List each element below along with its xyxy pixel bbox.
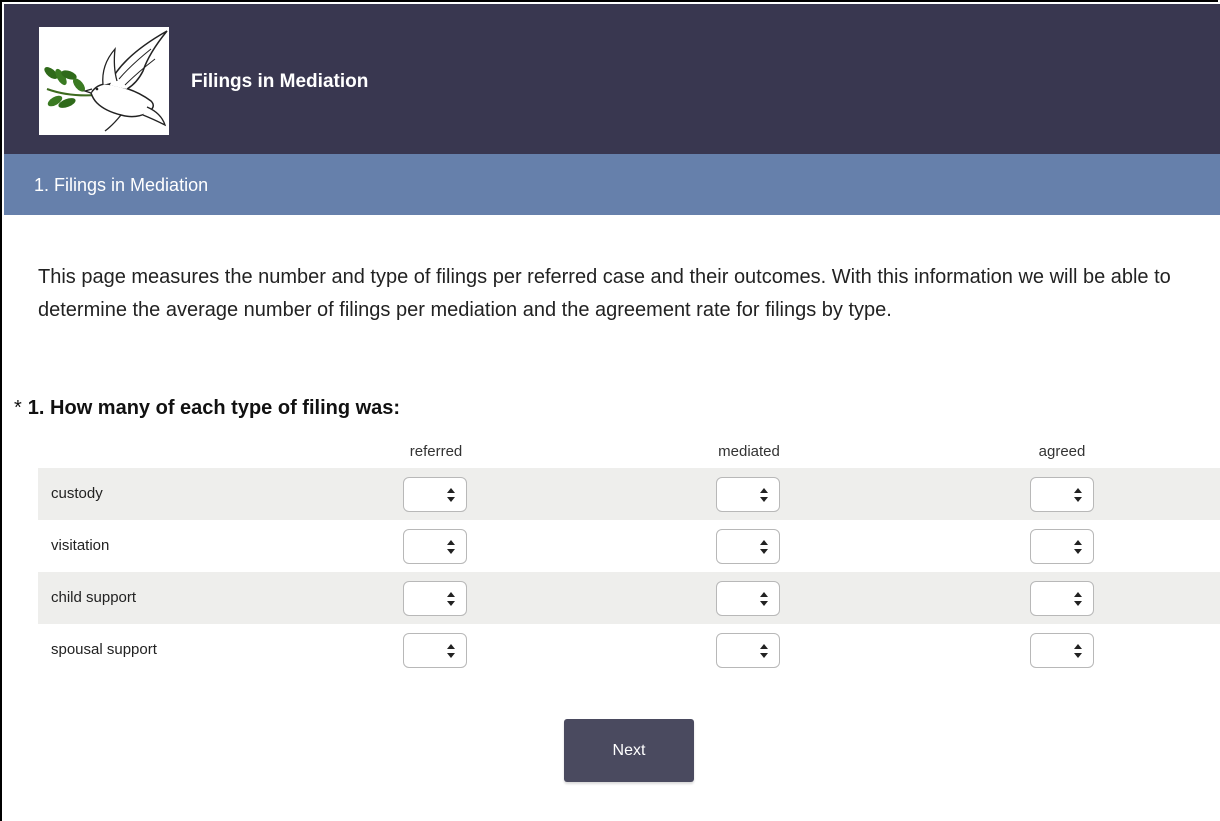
page-title: 1. Filings in Mediation <box>34 175 209 195</box>
question-title: * 1. How many of each type of filing was: <box>14 397 400 420</box>
survey-header: Filings in Mediation <box>4 4 1220 154</box>
matrix-row-visitation: visitation <box>38 520 1220 572</box>
custody-referred-select[interactable] <box>403 477 467 512</box>
updown-arrows-icon <box>760 540 768 554</box>
updown-arrows-icon <box>447 592 455 606</box>
next-button[interactable]: Next <box>564 719 694 782</box>
updown-arrows-icon <box>447 488 455 502</box>
updown-arrows-icon <box>1074 540 1082 554</box>
column-header-mediated: mediated <box>718 443 780 460</box>
row-label: visitation <box>51 537 110 554</box>
child-support-referred-select[interactable] <box>403 581 467 616</box>
row-label: child support <box>51 589 137 606</box>
required-marker: * <box>14 397 22 419</box>
custody-agreed-select[interactable] <box>1030 477 1094 512</box>
matrix-row-custody: custody <box>38 468 1220 520</box>
visitation-agreed-select[interactable] <box>1030 529 1094 564</box>
visitation-mediated-select[interactable] <box>716 529 780 564</box>
column-header-agreed: agreed <box>1038 443 1086 460</box>
updown-arrows-icon <box>1074 488 1082 502</box>
spousal-support-referred-select[interactable] <box>403 633 467 668</box>
child-support-agreed-select[interactable] <box>1030 581 1094 616</box>
spousal-support-agreed-select[interactable] <box>1030 633 1094 668</box>
survey-page: Filings in Mediation 1. Filings in Media… <box>0 0 1220 821</box>
row-label: spousal support <box>51 641 157 658</box>
matrix-row-child-support: child support <box>38 572 1220 624</box>
matrix-row-spousal-support: spousal support <box>38 624 1220 676</box>
spousal-support-mediated-select[interactable] <box>716 633 780 668</box>
updown-arrows-icon <box>1074 592 1082 606</box>
survey-title: Filings in Mediation <box>191 71 369 92</box>
row-label: custody <box>51 485 103 502</box>
visitation-referred-select[interactable] <box>403 529 467 564</box>
custody-mediated-select[interactable] <box>716 477 780 512</box>
updown-arrows-icon <box>447 540 455 554</box>
updown-arrows-icon <box>447 644 455 658</box>
page-description: This page measures the number and type o… <box>38 266 1171 321</box>
updown-arrows-icon <box>760 592 768 606</box>
child-support-mediated-select[interactable] <box>716 581 780 616</box>
dove-logo <box>39 27 169 135</box>
updown-arrows-icon <box>760 488 768 502</box>
column-header-referred: referred <box>409 443 463 460</box>
updown-arrows-icon <box>760 644 768 658</box>
page-title-bar: 1. Filings in Mediation <box>4 154 1220 215</box>
updown-arrows-icon <box>1074 644 1082 658</box>
dove-icon <box>44 30 168 132</box>
question-text: 1. How many of each type of filing was: <box>27 397 401 419</box>
